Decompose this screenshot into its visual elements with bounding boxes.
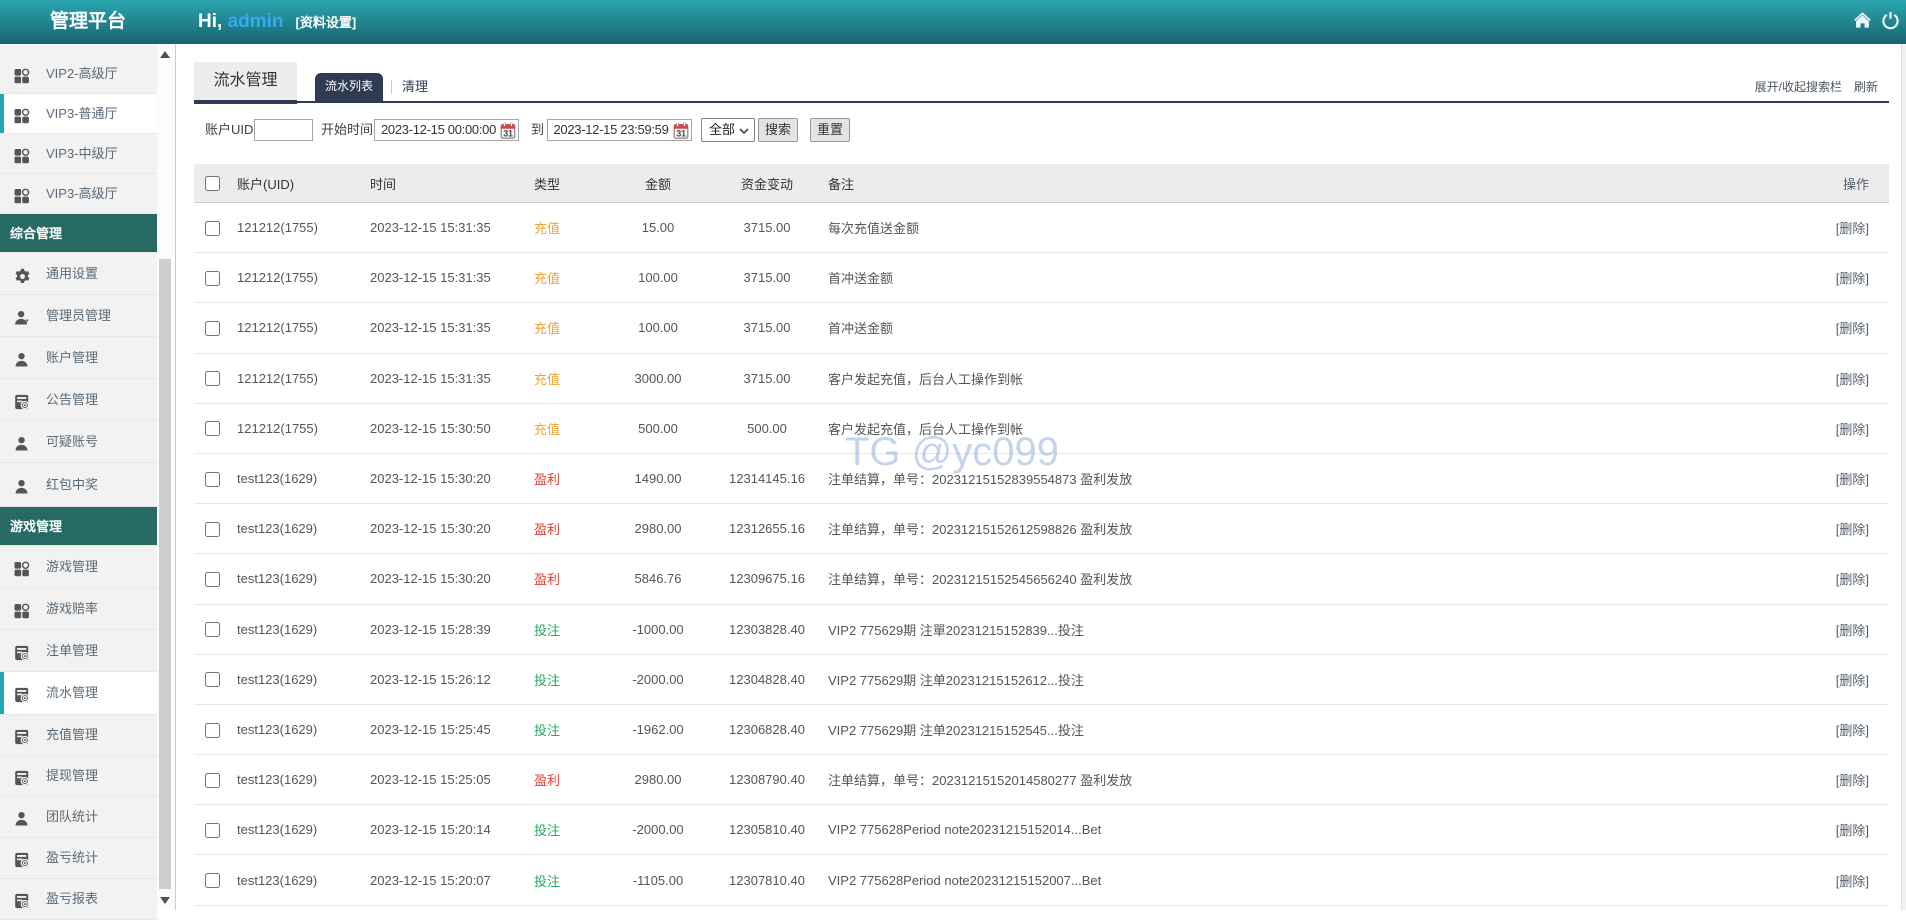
svg-text:31: 31 <box>676 128 686 138</box>
svg-text:31: 31 <box>503 128 513 138</box>
